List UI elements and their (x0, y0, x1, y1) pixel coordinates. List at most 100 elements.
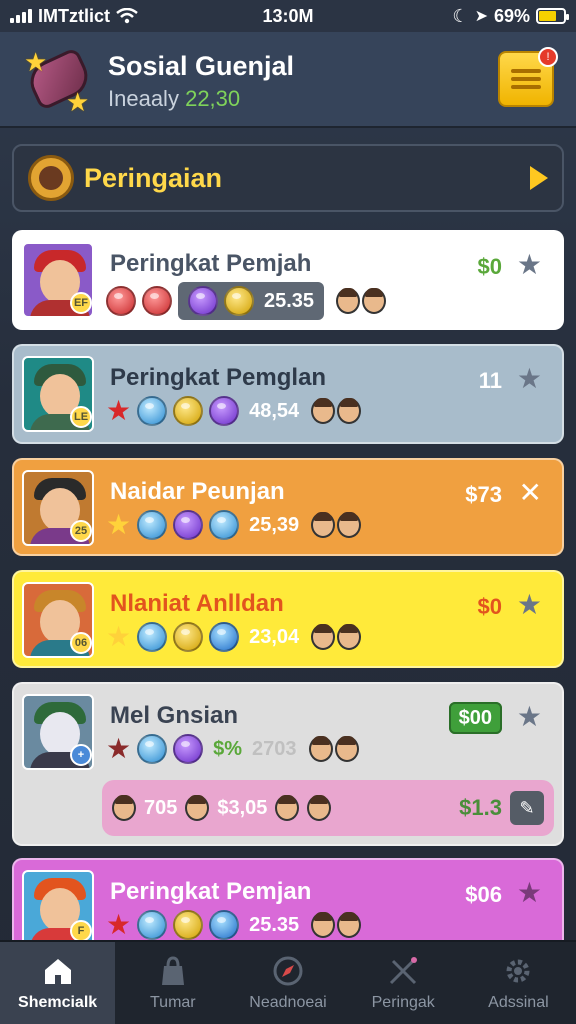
player-avatar: LE (22, 356, 94, 432)
app-header: ★ ★ Sosial Guenjal Ineaaly 22,30 ! (0, 32, 576, 128)
friend-avatar (334, 736, 359, 762)
player-avatar: 25 (22, 470, 94, 546)
red-star-icon: ★ (106, 909, 132, 940)
tab-explore[interactable]: Neadnoeai (230, 942, 345, 1024)
player-amount: $06 (465, 882, 502, 907)
friend-avatar (311, 912, 336, 938)
star-icon: ★ (24, 47, 48, 77)
friend-avatar (311, 398, 336, 424)
moon-icon: ☾ (452, 5, 469, 26)
leaf-gem-icon (137, 510, 168, 540)
player-avatar: + (22, 694, 94, 770)
status-time: 13:0M (262, 5, 314, 26)
red-star-icon: ★ (106, 395, 132, 426)
ranking-banner[interactable]: Peringaian (12, 144, 564, 212)
gear-icon (506, 959, 530, 983)
favorite-star-icon[interactable]: ★ (517, 876, 542, 909)
level-badge: F (70, 920, 92, 942)
player-name: Peringkat Pemjah (110, 250, 312, 277)
friend-avatar (275, 795, 300, 821)
app-title: Sosial Guenjal (108, 50, 295, 81)
player-avatar: F (22, 870, 94, 946)
carrier-name: IMTztlict (38, 5, 110, 26)
dark-star-icon: ★ (106, 733, 132, 764)
price-tag: $00 (448, 702, 502, 734)
player-score: 48,54 (249, 399, 300, 422)
app-subtitle: Ineaaly 22,30 (108, 86, 498, 112)
score-prefix: $% (213, 737, 243, 760)
swords-icon (390, 957, 418, 985)
favorite-star-icon[interactable]: ★ (517, 362, 542, 395)
player-name: Naidar Peunjan (110, 478, 285, 505)
player-card[interactable]: EF Peringkat Pemjah $0 ★ 25.35 (12, 230, 564, 330)
player-score: 23,04 (249, 625, 300, 648)
edit-button[interactable]: ✎ (510, 791, 544, 825)
player-score: 2703 (252, 737, 297, 760)
notification-badge: ! (538, 47, 558, 67)
blue-gem-icon (209, 622, 240, 652)
friend-avatar (307, 795, 332, 821)
tab-label: Tumar (149, 994, 196, 1011)
friend-avatar (311, 624, 336, 650)
gold-helmet-icon (173, 622, 204, 652)
favorite-star-icon[interactable]: ★ (517, 248, 542, 281)
blue-gem-icon (209, 910, 240, 940)
favorite-star-icon[interactable]: ★ (517, 700, 542, 733)
level-badge: 06 (70, 632, 92, 654)
gold-star-icon: ★ (106, 509, 132, 540)
compass-icon (273, 956, 303, 986)
player-name: Peringkat Pemjan (110, 878, 312, 905)
friend-avatar (185, 795, 210, 821)
player-card[interactable]: 06 Nlaniat Anlldan $0 ★ ★ 23,04 (12, 570, 564, 668)
player-amount: $0 (477, 254, 502, 279)
player-amount: $0 (477, 594, 502, 619)
friend-avatar (337, 624, 362, 650)
signal-icon (10, 9, 32, 23)
leaf-gem-icon (137, 622, 168, 652)
player-score: 25.35 (249, 913, 300, 936)
level-badge: EF (70, 292, 92, 314)
player-items: ★ 25,39 (106, 509, 362, 540)
gold-coin-icon (173, 910, 204, 940)
tab-shop[interactable]: Tumar (115, 942, 230, 1024)
battery-percent: 69% (493, 5, 530, 26)
gold-helmet-icon (224, 286, 254, 316)
battery-icon (536, 8, 569, 24)
sub-count: 705 (144, 796, 178, 819)
emoji-icon (142, 286, 172, 316)
tab-label: Peringak (371, 994, 435, 1011)
location-icon: ➤ (474, 8, 488, 25)
inbox-icon (511, 65, 541, 93)
friend-avatar (337, 912, 362, 938)
tab-home[interactable]: Shemcialk (0, 942, 116, 1024)
friend-avatar (362, 288, 387, 314)
crown-icon (28, 155, 74, 201)
level-badge: 25 (70, 520, 92, 542)
leaf-gem-icon (137, 396, 168, 426)
purple-gem-icon (173, 510, 204, 540)
close-icon[interactable]: ✕ (519, 476, 542, 509)
player-avatar: EF (22, 242, 94, 318)
player-card[interactable]: 25 Naidar Peunjan $73 ✕ ★ 25,39 (12, 458, 564, 556)
sub-value: $3,05 (217, 796, 268, 819)
bottom-tab-bar: Shemcialk Tumar Neadnoeai Peringak Adssi… (0, 940, 576, 1024)
purple-gem-icon (209, 396, 240, 426)
bag-icon (161, 956, 184, 985)
chevron-right-icon (530, 166, 548, 190)
sub-price: $1.3 (459, 795, 502, 820)
app-logo: ★ ★ (22, 43, 95, 117)
tab-settings[interactable]: Adssinal (461, 942, 576, 1024)
score-pill: 25.35 (178, 282, 325, 320)
tab-ranking[interactable]: Peringak (346, 942, 461, 1024)
favorite-star-icon[interactable]: ★ (517, 588, 542, 621)
home-icon (44, 959, 71, 984)
player-items: ★ $% 2703 (106, 734, 359, 764)
player-card[interactable]: + Mel Gnsian $00 ★ ★ $% 2703 705 $3,05 $… (12, 682, 564, 846)
tab-label: Neadnoeai (249, 994, 327, 1011)
inbox-button[interactable]: ! (498, 47, 558, 107)
status-bar: IMTztlict 13:0M ☾ ➤ 69% (0, 0, 576, 32)
player-card[interactable]: LE Peringkat Pemglan 11 ★ ★ 48,54 (12, 344, 564, 444)
player-score: 25,39 (249, 513, 300, 536)
player-sub-row[interactable]: 705 $3,05 $1.3 ✎ (102, 780, 554, 836)
friend-avatar (112, 795, 136, 821)
